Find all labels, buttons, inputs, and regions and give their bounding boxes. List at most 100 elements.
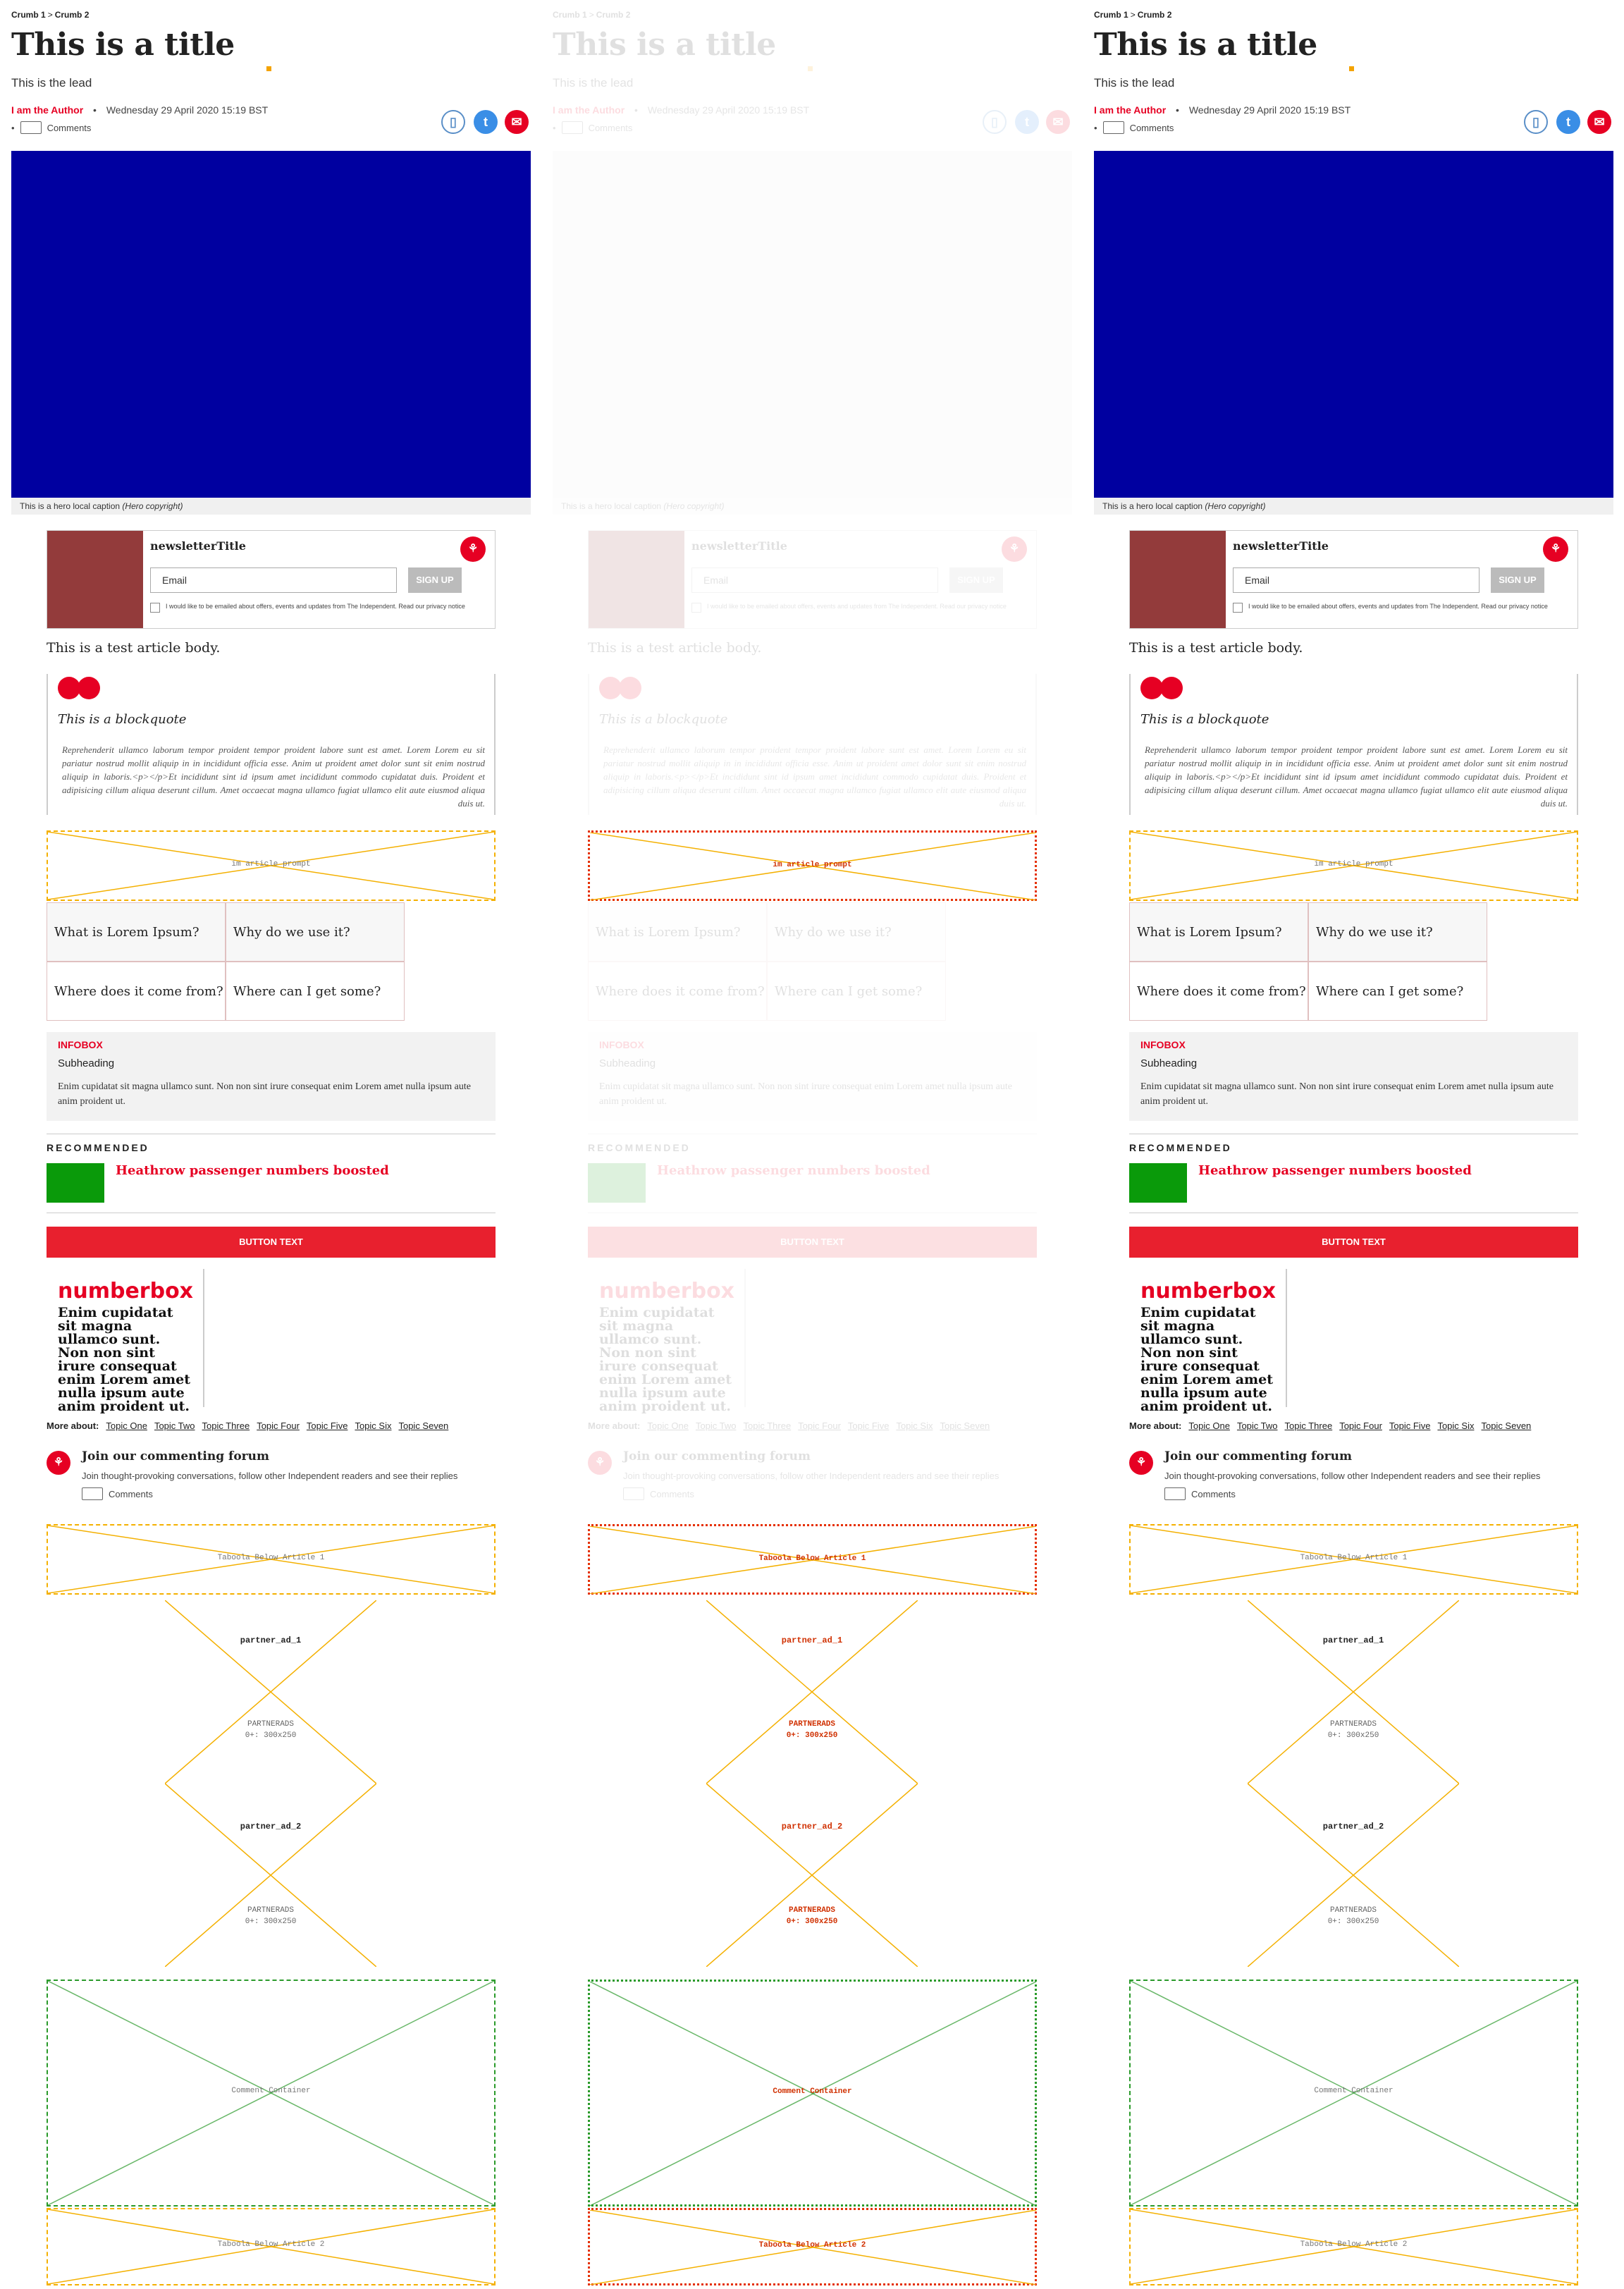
consent-checkbox[interactable]	[1233, 603, 1243, 613]
topic-link[interactable]: Topic Six	[896, 1420, 933, 1431]
faq-item[interactable]: What is Lorem Ipsum?	[1129, 902, 1308, 962]
topic-link[interactable]: Topic Seven	[398, 1420, 448, 1431]
topic-link[interactable]: Topic Four	[257, 1420, 300, 1431]
faq-item[interactable]: Where does it come from?	[47, 962, 226, 1021]
twitter-icon[interactable]: t	[474, 110, 498, 134]
consent-checkbox[interactable]	[150, 603, 160, 613]
topic-link[interactable]: Topic Four	[798, 1420, 841, 1431]
recommended-headline[interactable]: Heathrow passenger numbers boosted	[116, 1163, 389, 1178]
infobox-subheading: Subheading	[1140, 1057, 1198, 1069]
email-icon[interactable]: ✉	[1587, 110, 1611, 134]
in-article-prompt-placeholder: im article prompt	[1129, 830, 1578, 901]
comments-link[interactable]: • Comments	[1094, 121, 1174, 134]
recommended-thumbnail[interactable]	[588, 1163, 646, 1203]
topic-link[interactable]: Topic Three	[202, 1420, 250, 1431]
breadcrumb-item[interactable]: Crumb 1	[11, 10, 46, 20]
consent-checkbox[interactable]	[691, 603, 701, 613]
newsletter-signup: newsletterTitle ⚘ Email SIGN UP I would …	[1129, 530, 1578, 629]
faq-item[interactable]: Where can I get some?	[226, 962, 405, 1021]
article-lead: This is the lead	[1094, 76, 1175, 90]
topic-link[interactable]: Topic One	[1188, 1420, 1230, 1431]
author-link[interactable]: I am the Author	[1094, 104, 1166, 116]
cta-button[interactable]: BUTTON TEXT	[1129, 1227, 1578, 1258]
author-link[interactable]: I am the Author	[11, 104, 83, 116]
topic-link[interactable]: Topic Three	[744, 1420, 792, 1431]
hero-caption: This is a hero local caption (Hero copyr…	[1094, 498, 1613, 515]
page-title: This is a title	[11, 27, 235, 63]
cta-button[interactable]: BUTTON TEXT	[588, 1227, 1037, 1258]
topic-link[interactable]: Topic Two	[1237, 1420, 1278, 1431]
independent-eagle-icon: ⚘	[1002, 536, 1027, 562]
numberbox: numberbox Enim cupidatat sit magna ullam…	[588, 1269, 746, 1413]
infobox-label: INFOBOX	[599, 1039, 644, 1050]
independent-eagle-icon: ⚘	[47, 1451, 70, 1475]
signup-button[interactable]: SIGN UP	[1491, 567, 1544, 593]
topic-link[interactable]: Topic Six	[355, 1420, 391, 1431]
topic-link[interactable]: Topic Seven	[1481, 1420, 1531, 1431]
bookmark-icon[interactable]: ▯	[983, 110, 1007, 134]
breadcrumb-item[interactable]: Crumb 2	[1138, 10, 1172, 20]
topic-link[interactable]: Topic Two	[696, 1420, 737, 1431]
newsletter-title: newsletterTitle	[150, 539, 246, 553]
topic-link[interactable]: Topic Six	[1437, 1420, 1474, 1431]
email-field[interactable]: Email	[1233, 567, 1480, 593]
faq-item[interactable]: What is Lorem Ipsum?	[47, 902, 226, 962]
recommended-thumbnail[interactable]	[47, 1163, 104, 1203]
blockquote-title: This is a blockquote	[1140, 712, 1269, 727]
blockquote-text: Reprehenderit ullamco laborum tempor pro…	[62, 744, 485, 809]
topics-label: More about:	[1129, 1420, 1182, 1431]
signup-button[interactable]: SIGN UP	[408, 567, 462, 593]
partner-ads-placeholder: partner_ad_1 PARTNERADS 0+: 300x250 part…	[1248, 1600, 1459, 1967]
topic-link[interactable]: Topic Three	[1285, 1420, 1333, 1431]
faq-item[interactable]: Where does it come from?	[1129, 962, 1308, 1021]
in-article-prompt-placeholder: im article prompt	[588, 830, 1037, 901]
forum-comments-link[interactable]: Comments	[623, 1487, 694, 1500]
recommended-label: RECOMMENDED	[588, 1142, 691, 1153]
breadcrumb-item[interactable]: Crumb 1	[1094, 10, 1128, 20]
email-icon[interactable]: ✉	[1046, 110, 1070, 134]
recommended-headline[interactable]: Heathrow passenger numbers boosted	[1198, 1163, 1472, 1178]
recommended-headline[interactable]: Heathrow passenger numbers boosted	[657, 1163, 930, 1178]
recommended-thumbnail[interactable]	[1129, 1163, 1187, 1203]
email-field[interactable]: Email	[150, 567, 397, 593]
recommended-label: RECOMMENDED	[1129, 1142, 1232, 1153]
signup-button[interactable]: SIGN UP	[949, 567, 1003, 593]
breadcrumb-item[interactable]: Crumb 2	[596, 10, 631, 20]
bookmark-icon[interactable]: ▯	[1524, 110, 1548, 134]
independent-eagle-icon: ⚘	[1543, 536, 1568, 562]
cta-button[interactable]: BUTTON TEXT	[47, 1227, 496, 1258]
topic-link[interactable]: Topic Four	[1339, 1420, 1382, 1431]
author-link[interactable]: I am the Author	[553, 104, 625, 116]
topic-link[interactable]: Topic One	[106, 1420, 147, 1431]
page-title: This is a title	[1094, 27, 1317, 63]
newsletter-image	[1130, 531, 1226, 628]
breadcrumb-item[interactable]: Crumb 1	[553, 10, 587, 20]
topic-link[interactable]: Topic Five	[1389, 1420, 1431, 1431]
topic-link[interactable]: Topic Five	[848, 1420, 890, 1431]
faq-item[interactable]: Where can I get some?	[1308, 962, 1487, 1021]
comments-link[interactable]: • Comments	[11, 121, 91, 134]
topic-link[interactable]: Topic One	[647, 1420, 689, 1431]
faq-item[interactable]: What is Lorem Ipsum?	[588, 902, 767, 962]
comment-bubble-icon	[561, 121, 583, 134]
bookmark-icon[interactable]: ▯	[441, 110, 465, 134]
quote-icon	[619, 677, 641, 699]
topic-link[interactable]: Topic Seven	[940, 1420, 990, 1431]
newsletter-title: newsletterTitle	[1233, 539, 1329, 553]
topic-link[interactable]: Topic Two	[154, 1420, 195, 1431]
twitter-icon[interactable]: t	[1556, 110, 1580, 134]
faq-item[interactable]: Where does it come from?	[588, 962, 767, 1021]
twitter-icon[interactable]: t	[1015, 110, 1039, 134]
forum-comments-link[interactable]: Comments	[82, 1487, 153, 1500]
email-field[interactable]: Email	[691, 567, 938, 593]
email-icon[interactable]: ✉	[505, 110, 529, 134]
faq-item[interactable]: Why do we use it?	[767, 902, 946, 962]
forum-comments-link[interactable]: Comments	[1164, 1487, 1236, 1500]
topic-link[interactable]: Topic Five	[307, 1420, 348, 1431]
faq-item[interactable]: Why do we use it?	[1308, 902, 1487, 962]
faq-item[interactable]: Why do we use it?	[226, 902, 405, 962]
faq-item[interactable]: Where can I get some?	[767, 962, 946, 1021]
consent-text: I would like to be emailed about offers,…	[166, 603, 465, 610]
comments-link[interactable]: • Comments	[553, 121, 632, 134]
breadcrumb-item[interactable]: Crumb 2	[55, 10, 90, 20]
